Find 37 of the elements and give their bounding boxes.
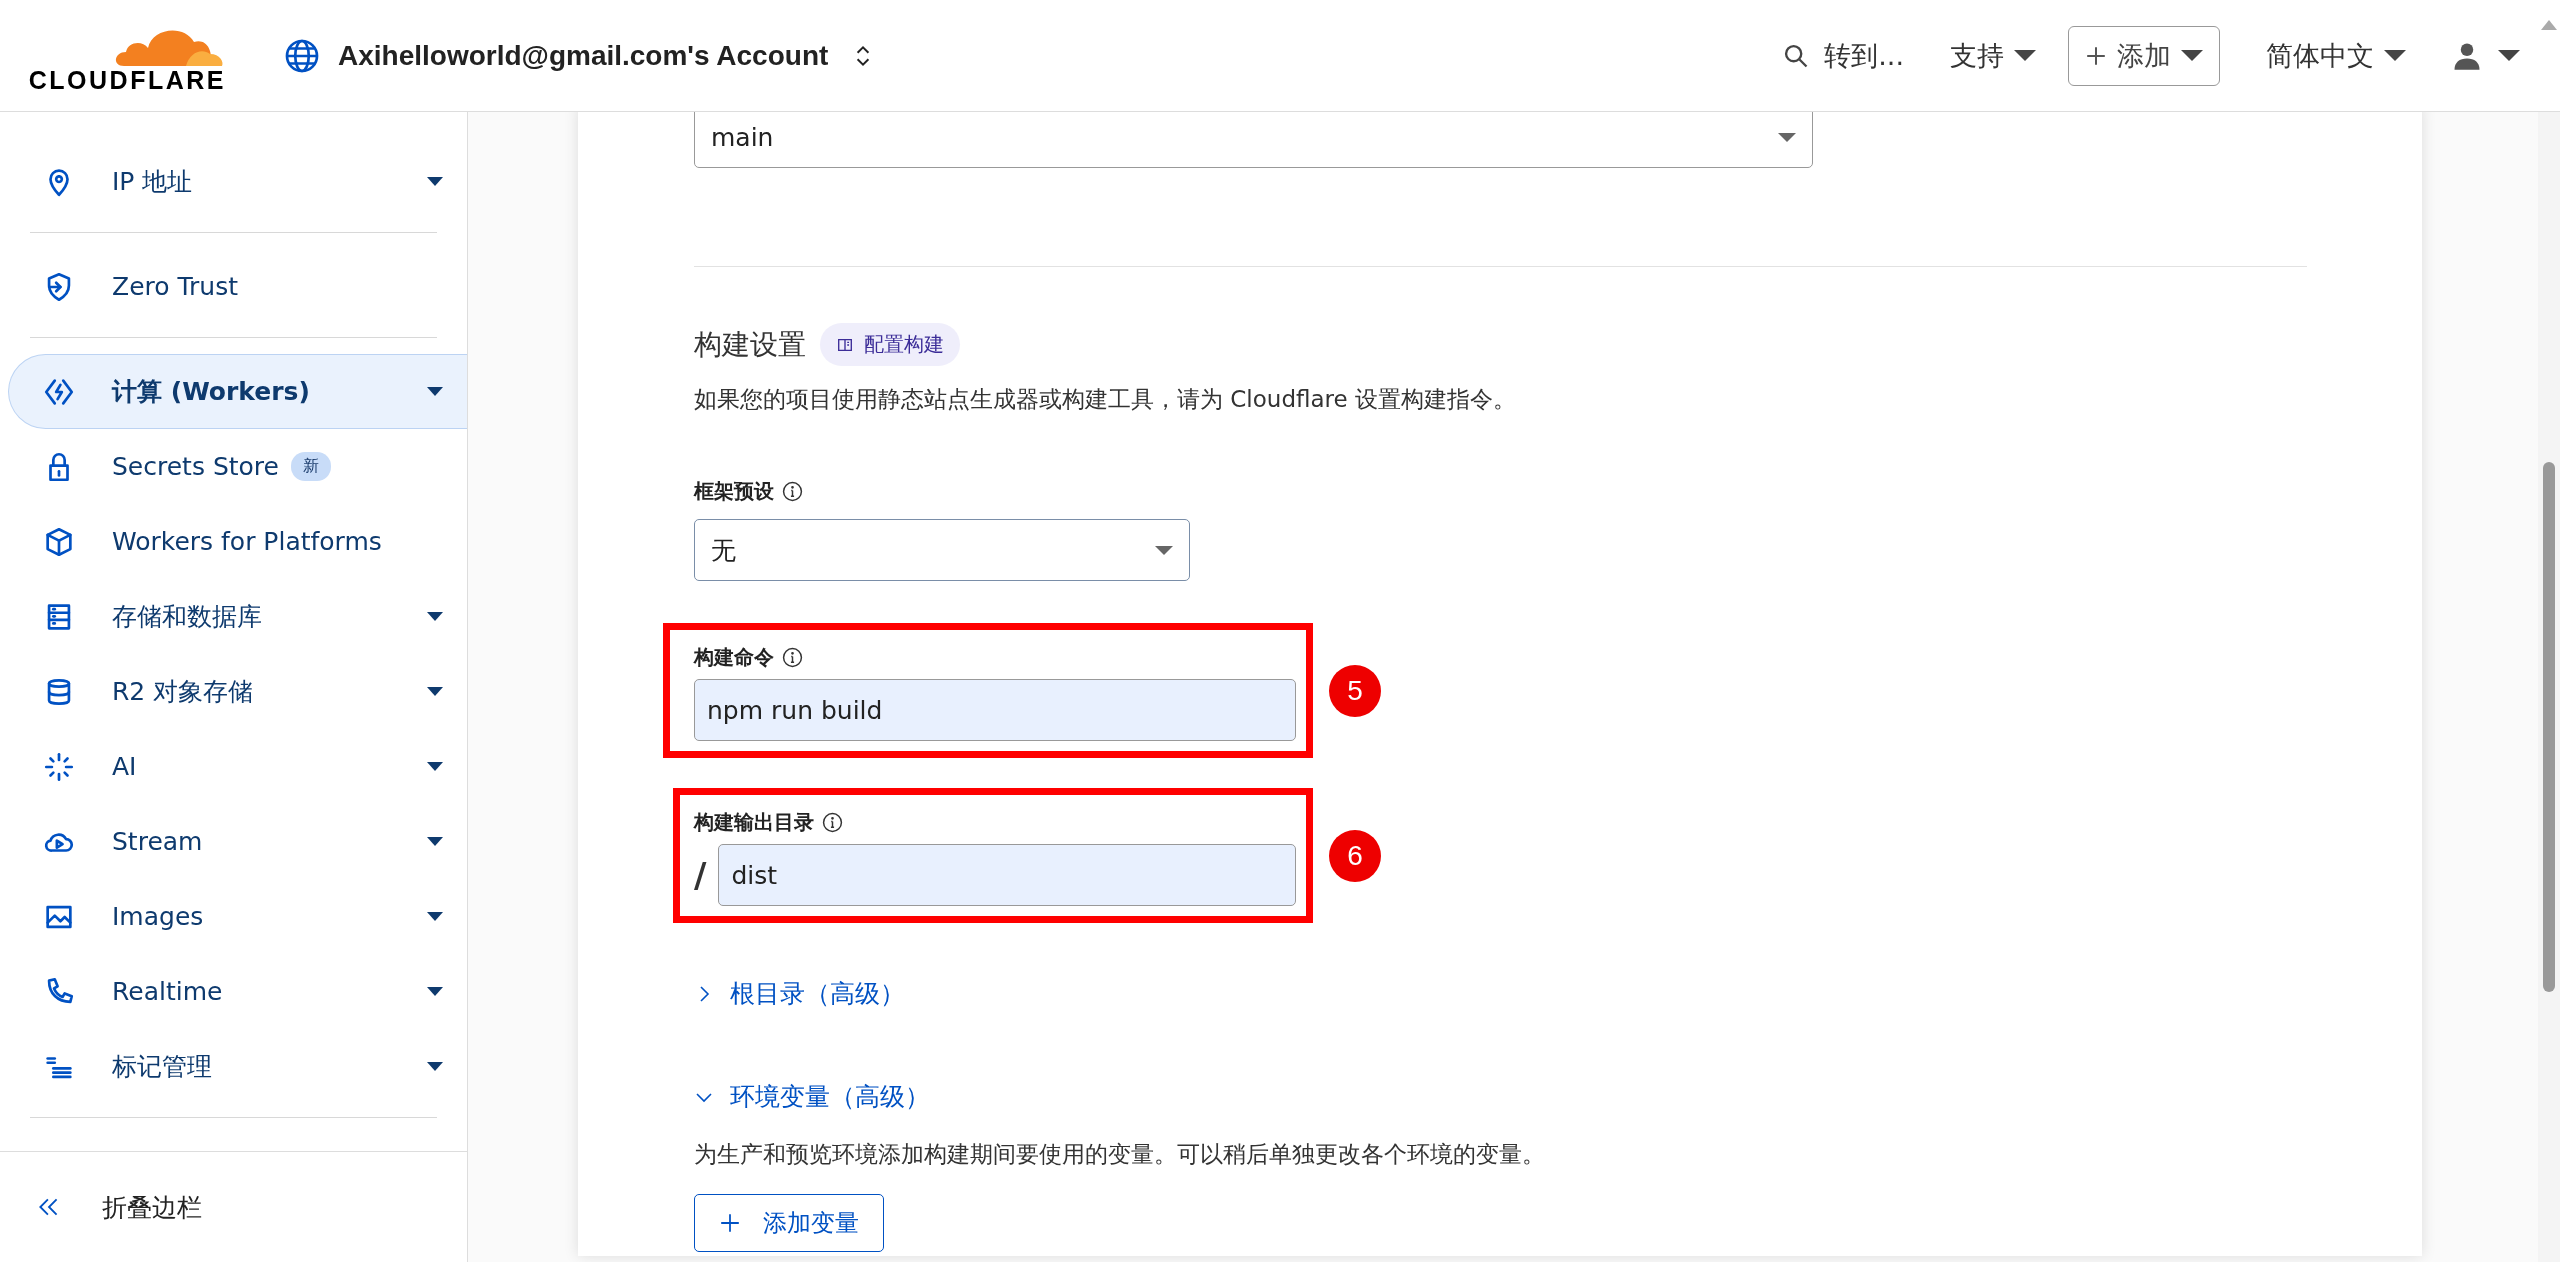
search-button[interactable]: 转到...: [1782, 37, 1904, 74]
step-number: 5: [1329, 664, 1381, 717]
account-name[interactable]: Axihelloworld@gmail.com's Account: [338, 39, 829, 72]
sidebar-item[interactable]: R2 对象存储: [0, 654, 467, 729]
field-label: 框架预设: [694, 478, 774, 505]
sidebar-item[interactable]: Images: [0, 879, 467, 954]
section-description: 如果您的项目使用静态站点生成器或构建工具，请为 Cloudflare 设置构建指令。: [694, 385, 1517, 414]
sidebar-item[interactable]: 存储和数据库: [0, 579, 467, 654]
docs-link[interactable]: 配置构建: [820, 323, 960, 366]
section-title: 构建设置: [694, 326, 806, 363]
field-label: 构建命令: [694, 644, 774, 671]
sidebar-item[interactable]: IP 地址: [0, 144, 467, 219]
framework-select[interactable]: 无: [694, 519, 1190, 581]
add-button[interactable]: 添加: [2068, 25, 2220, 86]
sidebar-item[interactable]: Stream: [0, 804, 467, 879]
sidebar-item[interactable]: Secrets Store 新: [0, 429, 467, 504]
build-command-input[interactable]: npm run build: [694, 679, 1296, 741]
step-number: 6: [1329, 829, 1381, 882]
expand-toggle[interactable]: 环境变量（高级）: [694, 1080, 930, 1113]
output-directory-input[interactable]: dist: [718, 844, 1296, 906]
language-menu[interactable]: 简体中文: [2266, 37, 2406, 74]
path-prefix: /: [694, 855, 707, 895]
sidebar-item[interactable]: 标记管理: [0, 1029, 467, 1104]
field-label: 构建输出目录: [694, 809, 814, 836]
new-badge: 新: [290, 452, 331, 481]
support-menu[interactable]: 支持: [1950, 37, 2036, 74]
add-variable-button[interactable]: 添加变量: [694, 1194, 884, 1252]
sidebar-item[interactable]: Workers for Platforms: [0, 504, 467, 579]
collapse-sidebar-button[interactable]: 折叠边栏: [0, 1189, 208, 1225]
sidebar-item[interactable]: Realtime: [0, 954, 467, 1029]
sidebar-item[interactable]: 计算 (Workers): [8, 354, 467, 429]
section-description: 为生产和预览环境添加构建期间要使用的变量。可以稍后单独更改各个环境的变量。: [694, 1140, 1546, 1169]
sidebar-item[interactable]: AI: [0, 729, 467, 804]
sidebar-item[interactable]: Zero Trust: [0, 249, 467, 324]
logo-wordmark: CLOUDFLARE: [28, 68, 226, 93]
expand-toggle[interactable]: 根目录（高级）: [694, 977, 905, 1010]
branch-select[interactable]: main: [694, 112, 1813, 168]
